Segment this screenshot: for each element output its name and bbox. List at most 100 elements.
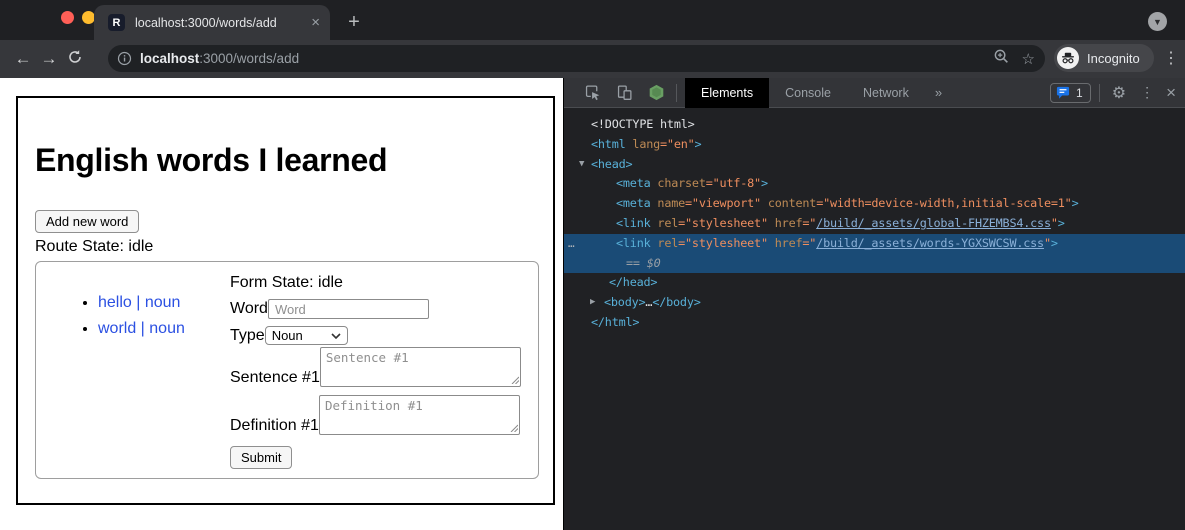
tab-elements[interactable]: Elements: [685, 78, 769, 108]
expand-arrow-icon[interactable]: ▶: [590, 293, 595, 313]
incognito-icon: [1057, 47, 1079, 69]
code-line[interactable]: …<link rel="stylesheet" href="/build/_as…: [564, 234, 1185, 254]
code-line[interactable]: <link rel="stylesheet" href="/build/_ass…: [564, 214, 1185, 234]
more-tabs-button[interactable]: »: [925, 85, 952, 100]
node-hexagon-icon: [648, 84, 665, 101]
code-line[interactable]: </head>: [564, 273, 1185, 293]
type-label: Type: [230, 327, 265, 345]
devtools-toolbar: Elements Console Network » 1 ⚙ ⋮ ×: [564, 78, 1185, 108]
tab-title: localhost:3000/words/add: [135, 16, 311, 30]
resize-grip-icon[interactable]: [511, 376, 519, 384]
code-token: ="stylesheet": [678, 216, 768, 230]
code-token: <link: [616, 236, 651, 250]
new-tab-button[interactable]: +: [344, 11, 364, 34]
code-token: ": [1044, 236, 1051, 250]
code-line[interactable]: </html>: [564, 313, 1185, 333]
bookmark-star-button[interactable]: ☆: [1022, 50, 1035, 68]
code-line[interactable]: <html lang="en">: [564, 135, 1185, 155]
tab-network[interactable]: Network: [847, 78, 925, 108]
more-actions-icon[interactable]: …: [568, 234, 574, 254]
browser-frame: R localhost:3000/words/add × + ▼ ← → loc…: [0, 0, 1185, 78]
reload-button[interactable]: [62, 49, 88, 70]
code-token: $0: [647, 256, 661, 270]
word-label: Word: [230, 300, 268, 318]
code-token: ": [1051, 216, 1058, 230]
code-token: ="en": [660, 137, 695, 151]
tab-close-icon[interactable]: ×: [311, 15, 320, 30]
code-token: >: [1058, 216, 1065, 230]
collapse-arrow-icon[interactable]: ▼: [579, 155, 584, 175]
sentence-label: Sentence #1: [230, 369, 320, 387]
word-link-hello[interactable]: hello | noun: [98, 294, 180, 311]
settings-gear-button[interactable]: ⚙: [1112, 83, 1126, 103]
code-token: ="utf-8": [706, 176, 761, 190]
add-word-form: Form State: idle Word Type Noun Sentenc: [230, 274, 522, 470]
type-select[interactable]: Noun: [265, 326, 348, 345]
code-token: <body>: [604, 295, 645, 309]
route-state-text: Route State: idle: [35, 238, 536, 256]
node-extension-button[interactable]: [646, 83, 666, 103]
code-line[interactable]: ▶<body>…</body>: [564, 293, 1185, 313]
incognito-badge: Incognito: [1054, 44, 1154, 72]
window-close-button[interactable]: [61, 11, 74, 24]
code-token: lang: [626, 137, 661, 151]
code-token: /build/_assets/words-YGXSWCSW.css: [816, 236, 1044, 250]
toolbar-separator: [1099, 84, 1100, 102]
tab-console[interactable]: Console: [769, 78, 847, 108]
sentence-textarea[interactable]: [320, 347, 521, 387]
code-token: /build/_assets/global-FHZEMBS4.css: [816, 216, 1051, 230]
browser-tab[interactable]: R localhost:3000/words/add ×: [94, 5, 330, 40]
address-bar[interactable]: localhost:3000/words/add ☆: [108, 45, 1045, 72]
remix-favicon-icon: R: [108, 14, 125, 31]
code-token: >: [695, 137, 702, 151]
code-token: </head>: [609, 275, 657, 289]
page-viewport: English words I learned Add new word Rou…: [0, 78, 563, 530]
info-icon[interactable]: [117, 51, 132, 66]
code-token: <link: [616, 216, 651, 230]
code-token: >: [1072, 196, 1079, 210]
issues-counter[interactable]: 1: [1050, 83, 1091, 103]
code-token: ==: [626, 256, 647, 270]
submit-button[interactable]: Submit: [230, 446, 292, 469]
incognito-label: Incognito: [1087, 51, 1140, 66]
add-new-word-button[interactable]: Add new word: [35, 210, 139, 233]
reload-icon: [67, 49, 83, 65]
word-input[interactable]: [268, 299, 429, 319]
code-token: <html: [591, 137, 626, 151]
code-token: href: [768, 236, 803, 250]
browser-menu-button[interactable]: ⋮: [1163, 48, 1179, 68]
devtools-menu-button[interactable]: ⋮: [1140, 84, 1154, 101]
url-text[interactable]: localhost:3000/words/add: [140, 51, 981, 66]
code-token: rel: [651, 216, 679, 230]
resize-grip-icon[interactable]: [510, 424, 518, 432]
tab-search-button[interactable]: ▼: [1148, 12, 1167, 31]
back-button[interactable]: ←: [10, 49, 36, 69]
tab-strip: R localhost:3000/words/add × + ▼: [0, 0, 1185, 40]
url-host: localhost: [140, 51, 199, 66]
type-select-value: Noun: [272, 328, 331, 343]
device-toolbar-button[interactable]: [614, 83, 634, 103]
code-token: ="viewport": [685, 196, 761, 210]
url-path: :3000/words/add: [199, 51, 299, 66]
words-panel: hello | noun world | noun Form State: id…: [35, 261, 539, 479]
forward-button[interactable]: →: [36, 49, 62, 69]
inspect-element-button[interactable]: [582, 83, 602, 103]
definition-textarea[interactable]: [319, 395, 520, 435]
inspect-cursor-icon: [584, 84, 601, 101]
word-link-world[interactable]: world | noun: [98, 320, 185, 337]
code-line[interactable]: ▼ <head>: [564, 155, 1185, 175]
zoom-page-button[interactable]: [993, 48, 1010, 69]
devtools-close-button[interactable]: ×: [1166, 83, 1176, 103]
code-token: </html>: [591, 315, 639, 329]
code-token: name: [651, 196, 686, 210]
code-token: <head>: [591, 157, 632, 171]
code-line[interactable]: <!DOCTYPE html>: [564, 115, 1185, 135]
code-line[interactable]: == $0: [564, 254, 1185, 274]
form-state-text: Form State: idle: [230, 274, 522, 293]
code-line[interactable]: <meta charset="utf-8">: [564, 174, 1185, 194]
device-toolbar-icon: [616, 84, 633, 101]
code-line[interactable]: <meta name="viewport" content="width=dev…: [564, 194, 1185, 214]
code-token: >: [1051, 236, 1058, 250]
issues-count: 1: [1076, 86, 1083, 100]
toolbar-separator: [676, 84, 677, 102]
